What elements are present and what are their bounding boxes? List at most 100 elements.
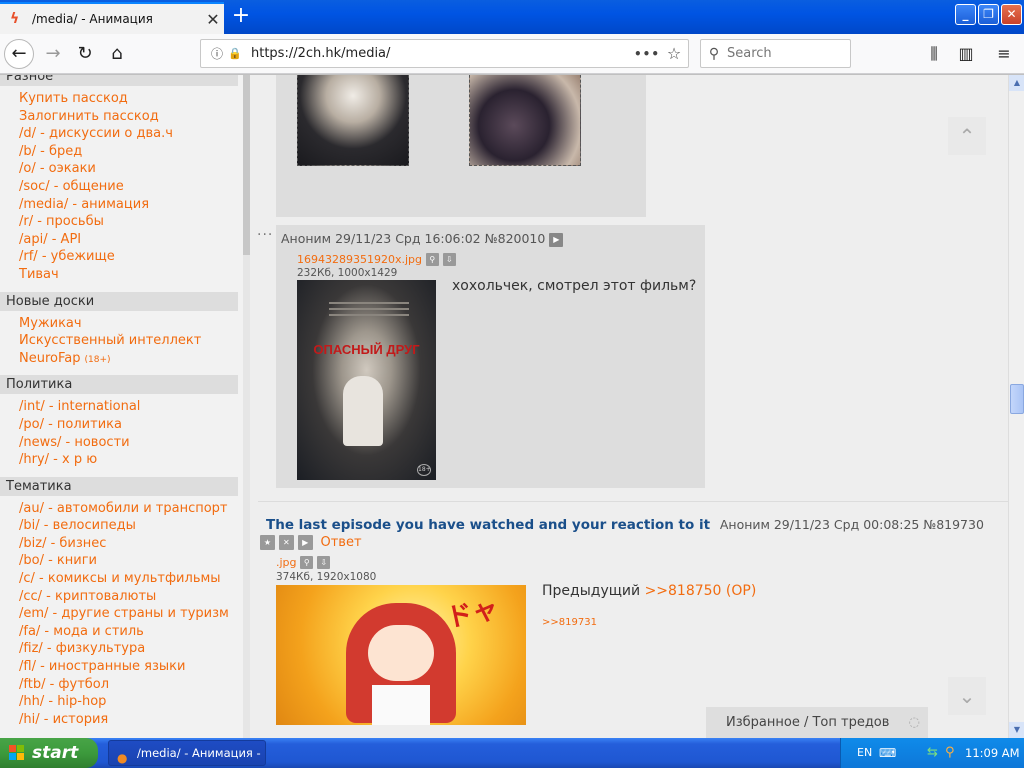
- sidebar-scrollbar[interactable]: [243, 75, 250, 738]
- sidebar-board-link[interactable]: /news/ - новости: [0, 434, 243, 452]
- sidebar-board-link[interactable]: /fl/ - иностранные языки: [0, 658, 243, 676]
- search-bar[interactable]: ⚲: [700, 39, 851, 68]
- sidebar-board-label: Купить пасскод: [19, 91, 128, 106]
- reply-link[interactable]: Ответ: [320, 535, 361, 550]
- image-search-icon[interactable]: ⚲: [425, 253, 439, 266]
- start-button[interactable]: start: [0, 738, 98, 768]
- sidebar-board-link[interactable]: /bo/ - книги: [0, 552, 243, 570]
- sidebar-board-label: /b/ - бред: [19, 143, 83, 159]
- page-actions-icon[interactable]: •••: [634, 47, 660, 61]
- thread-download-icon[interactable]: ⇩: [317, 556, 331, 569]
- poster-title: ОПАСНЫЙ ДРУГ: [313, 342, 420, 357]
- library-icon[interactable]: ⫼: [920, 39, 948, 69]
- minimize-button[interactable]: _: [955, 4, 976, 25]
- sidebar-board-link[interactable]: /hh/ - hip-hop: [0, 693, 243, 711]
- scroll-up-button[interactable]: ⌃: [948, 117, 986, 155]
- sidebar-board-link[interactable]: /hry/ - х р ю: [0, 451, 243, 469]
- reload-button[interactable]: ↻: [70, 39, 100, 69]
- sidebar-board-link[interactable]: /d/ - дискуссии о два.ч: [0, 125, 243, 143]
- taskbar-firefox-item[interactable]: ● /media/ - Анимация - ...: [108, 740, 266, 766]
- language-indicator[interactable]: EN: [857, 738, 872, 768]
- favorites-bar[interactable]: Избранное / Топ тредов ◌: [706, 707, 928, 738]
- sidebar-board-link[interactable]: /c/ - комиксы и мультфильмы: [0, 570, 243, 588]
- sidebar-board-label: /c/ - комиксы и мультфильмы: [19, 571, 221, 587]
- sidebar-board-link[interactable]: /bi/ - велосипеды: [0, 517, 243, 535]
- tab-close-icon[interactable]: ✕: [202, 10, 224, 29]
- bookmark-star-icon[interactable]: ☆: [660, 44, 688, 63]
- post-thumbnail-1[interactable]: [297, 75, 409, 166]
- sidebar-board-link[interactable]: /em/ - другие страны и туризм: [0, 605, 243, 623]
- post-number[interactable]: №820010: [485, 231, 546, 246]
- close-window-button[interactable]: ✕: [1001, 4, 1022, 25]
- sidebar-board-link[interactable]: Купить пасскод: [0, 90, 243, 108]
- sidebar-board-link[interactable]: Тивач: [0, 266, 243, 284]
- sidebar-board-link[interactable]: /media/ - анимация: [0, 196, 243, 214]
- sidebar-board-label: NeuroFap: [19, 350, 81, 366]
- sidebar-board-link[interactable]: NeuroFap (18+): [0, 350, 243, 368]
- sidebar-board-link[interactable]: /r/ - просьбы: [0, 213, 243, 231]
- sidebar-board-link[interactable]: Залогинить пасскод: [0, 108, 243, 126]
- sidebar-board-label: Мужикач: [19, 315, 82, 331]
- sidebar-board-link[interactable]: /cc/ - криптовалюты: [0, 588, 243, 606]
- search-tray-icon[interactable]: ⚲: [945, 745, 955, 760]
- home-button[interactable]: ⌂: [102, 39, 132, 69]
- post-author: Аноним: [281, 231, 332, 246]
- sidebar-board-link[interactable]: /hi/ - история: [0, 711, 243, 729]
- scroll-down-arrow-icon[interactable]: ▼: [1009, 722, 1024, 738]
- scroll-up-arrow-icon[interactable]: ▲: [1009, 75, 1024, 91]
- search-input[interactable]: [727, 46, 842, 61]
- sidebar-toggle-icon[interactable]: ▥: [952, 39, 980, 69]
- expand-post-icon[interactable]: ▶: [549, 232, 564, 247]
- post-menu-icon[interactable]: ···: [257, 227, 273, 243]
- op-quote-link[interactable]: >>818750 (OP): [645, 583, 757, 599]
- sidebar-board-link[interactable]: /b/ - бред: [0, 143, 243, 161]
- browser-tab[interactable]: ϟ /media/ - Анимация ✕: [0, 2, 224, 34]
- sidebar-scrollbar-thumb[interactable]: [243, 75, 250, 255]
- sidebar-board-link[interactable]: /rf/ - убежище: [0, 248, 243, 266]
- thread-number[interactable]: №819730: [923, 517, 984, 532]
- menu-icon[interactable]: ≡: [990, 39, 1018, 69]
- taskbar-item-label: /media/ - Анимация - ...: [137, 746, 266, 760]
- post-thumbnail-2[interactable]: [469, 75, 581, 166]
- movie-poster-image[interactable]: ОПАСНЫЙ ДРУГ 18+: [297, 280, 436, 480]
- download-icon[interactable]: ⇩: [442, 253, 456, 266]
- page-scrollbar-thumb[interactable]: [1010, 384, 1024, 414]
- file-name-link[interactable]: 16943289351920x.jpg: [297, 253, 422, 266]
- sidebar-board-link[interactable]: /fiz/ - физкультура: [0, 640, 243, 658]
- new-tab-button[interactable]: +: [228, 4, 254, 30]
- sidebar-board-link[interactable]: /int/ - international: [0, 398, 243, 416]
- sidebar-board-link[interactable]: /po/ - политика: [0, 416, 243, 434]
- sidebar-board-label: /soc/ - общение: [19, 178, 124, 194]
- thread-file-name[interactable]: .jpg: [276, 556, 297, 569]
- sidebar-board-link[interactable]: /api/ - API: [0, 231, 243, 249]
- site-info-icon[interactable]: ⓘ: [207, 45, 227, 62]
- anime-thumbnail-image[interactable]: ドャ: [276, 585, 526, 725]
- address-bar[interactable]: ⓘ 🔒 https://2ch.hk/media/ ••• ☆: [200, 39, 689, 68]
- favorite-thread-icon[interactable]: ★: [260, 535, 275, 550]
- thread-title[interactable]: The last episode you have watched and yo…: [266, 517, 710, 533]
- page-scrollbar[interactable]: ▲ ▼: [1008, 75, 1024, 738]
- sidebar-board-link[interactable]: /fa/ - мода и стиль: [0, 623, 243, 641]
- keyboard-icon[interactable]: ⌨: [879, 746, 896, 760]
- sidebar-board-link[interactable]: /o/ - оэкаки: [0, 160, 243, 178]
- sidebar-board-link[interactable]: /biz/ - бизнес: [0, 535, 243, 553]
- forward-button[interactable]: →: [38, 39, 68, 69]
- expand-thread-icon[interactable]: ▶: [297, 535, 313, 550]
- sidebar-board-link[interactable]: /au/ - автомобили и транспорт: [0, 500, 243, 518]
- thread-file-header: .jpg ⚲ ⇩: [276, 555, 331, 569]
- sidebar-board-link[interactable]: Мужикач: [0, 315, 243, 333]
- sidebar-board-link[interactable]: /soc/ - общение: [0, 178, 243, 196]
- sidebar-board-label: /hi/ - история: [19, 711, 109, 727]
- back-button[interactable]: ←: [4, 39, 34, 69]
- sidebar-board-link[interactable]: Искусственный интеллект: [0, 332, 243, 350]
- restore-button[interactable]: ❐: [978, 4, 999, 25]
- scroll-down-button[interactable]: ⌄: [948, 677, 986, 715]
- thread-image-search-icon[interactable]: ⚲: [300, 556, 314, 569]
- hide-thread-icon[interactable]: ✕: [278, 535, 294, 550]
- url-text[interactable]: https://2ch.hk/media/: [251, 46, 634, 61]
- post-text: хохольчек, смотрел этот фильм?: [452, 278, 697, 294]
- backlink[interactable]: >>819731: [542, 617, 597, 628]
- sidebar-board-link[interactable]: /ftb/ - футбол: [0, 676, 243, 694]
- sidebar-board-label: /po/ - политика: [19, 416, 122, 432]
- network-icon[interactable]: ⇆: [927, 745, 938, 760]
